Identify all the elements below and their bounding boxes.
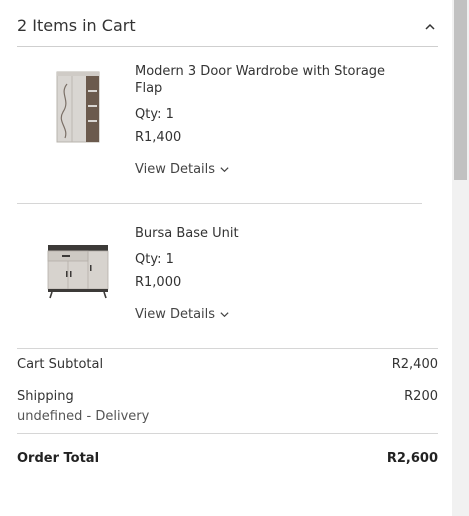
item-qty: Qty: 1 [135, 252, 174, 267]
item-divider [17, 203, 422, 204]
shipping-label: Shipping [17, 389, 74, 404]
view-details-toggle[interactable]: View Details [135, 162, 230, 177]
view-details-label: View Details [135, 307, 216, 322]
cart-item: Bursa Base Unit Qty: 1 R1,000 View Detai… [17, 226, 422, 332]
cart-items-toggle[interactable]: 2 Items in Cart [17, 12, 438, 47]
chevron-down-icon [219, 309, 230, 320]
wardrobe-thumbnail[interactable] [45, 70, 101, 148]
order-total-row: Order Total R2,600 [17, 451, 438, 469]
vertical-scrollbar[interactable] [452, 0, 469, 516]
cart-summary-panel: 2 Items in Cart Modern 3 Door Wardrobe w… [0, 0, 469, 516]
subtotal-label: Cart Subtotal [17, 357, 104, 372]
shipping-value: R200 [404, 389, 438, 404]
bursa-base-unit-thumbnail[interactable] [46, 235, 110, 303]
chevron-up-icon [424, 18, 436, 30]
item-name: Bursa Base Unit [135, 226, 239, 241]
item-name: Modern 3 Door Wardrobe with Storage Flap [135, 64, 386, 96]
shipping-method: undefined - Delivery [17, 409, 150, 424]
scrollbar-thumb[interactable] [454, 0, 467, 180]
summary-divider [17, 348, 438, 349]
order-total-label: Order Total [17, 451, 100, 466]
cart-item: Modern 3 Door Wardrobe with Storage Flap… [17, 64, 422, 190]
shipping-row: Shipping R200 [17, 389, 438, 407]
subtotal-value: R2,400 [391, 357, 438, 372]
chevron-down-icon [219, 164, 230, 175]
cart-items-title: 2 Items in Cart [17, 16, 136, 35]
item-qty: Qty: 1 [135, 107, 174, 122]
order-total-value: R2,600 [386, 451, 438, 466]
view-details-toggle[interactable]: View Details [135, 307, 230, 322]
item-price: R1,000 [135, 275, 182, 290]
subtotal-row: Cart Subtotal R2,400 [17, 357, 438, 375]
item-price: R1,400 [135, 130, 182, 145]
total-divider [17, 433, 438, 434]
view-details-label: View Details [135, 162, 216, 177]
